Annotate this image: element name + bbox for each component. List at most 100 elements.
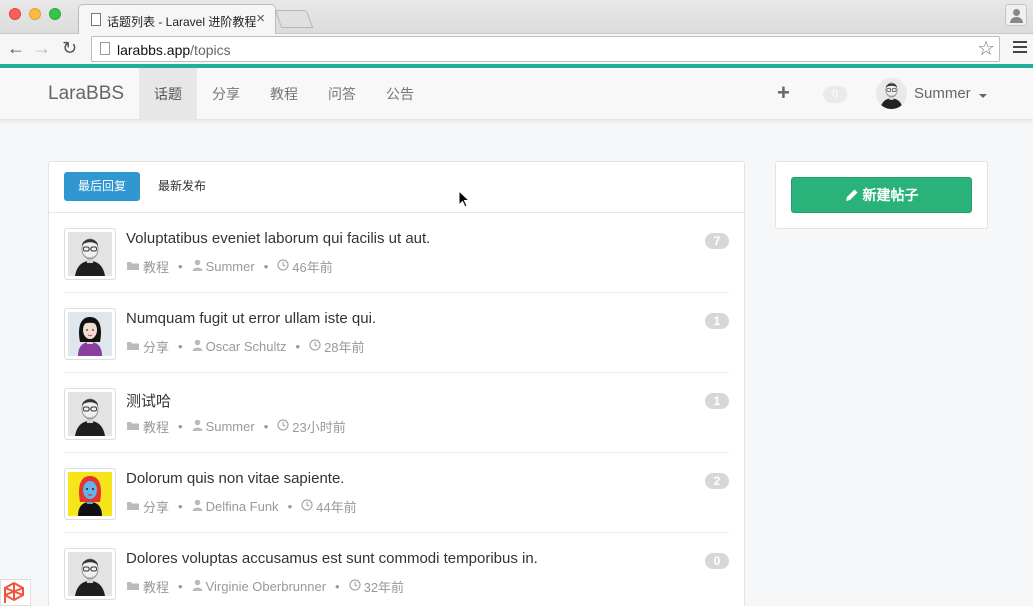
folder-icon <box>126 339 143 354</box>
meta-separator: • <box>263 419 269 434</box>
clock-icon <box>348 579 364 594</box>
topic-title[interactable]: 测试哈 <box>126 390 171 411</box>
browser-tab[interactable]: 话题列表 - Laravel 进阶教程 × <box>78 4 276 35</box>
nav-item-announce[interactable]: 公告 <box>371 68 429 120</box>
topic-time: 28年前 <box>324 340 365 355</box>
topic-time: 44年前 <box>316 500 357 515</box>
bookmark-star-icon[interactable]: ☆ <box>977 38 995 60</box>
topic-title[interactable]: Dolores voluptas accusamus est sunt comm… <box>126 550 538 567</box>
user-avatar[interactable] <box>876 78 907 109</box>
topic-time: 46年前 <box>292 260 333 275</box>
meta-separator: • <box>178 419 183 434</box>
user-icon <box>192 499 206 514</box>
window-zoom-button[interactable] <box>49 8 61 20</box>
reply-count-badge[interactable]: 0 <box>705 553 729 569</box>
meta-separator: • <box>287 499 293 514</box>
topic-meta: 分享 • Oscar Schultz • 28年前 <box>126 337 365 356</box>
user-icon <box>192 579 206 594</box>
site-navbar: LaraBBS 话题 分享 教程 问答 公告 + 0 Summer <box>0 68 1033 120</box>
topic-author[interactable]: Summer <box>206 419 255 434</box>
reply-count-badge[interactable]: 7 <box>705 233 729 249</box>
topic-author[interactable]: Summer <box>206 259 255 274</box>
reply-count-badge[interactable]: 1 <box>705 393 729 409</box>
new-topic-button[interactable]: 新建帖子 <box>791 177 972 213</box>
topic-category[interactable]: 教程 <box>143 417 169 436</box>
topic-row: 测试哈 教程 • Summer • 23小时前 1 <box>64 373 729 453</box>
browser-menu-icon[interactable] <box>1013 41 1027 55</box>
meta-separator: • <box>178 259 183 274</box>
browser-toolbar: ← → ↻ larabbs.app/topics ☆ <box>0 34 1033 64</box>
topic-title[interactable]: Numquam fugit ut error ullam iste qui. <box>126 310 376 327</box>
brand-logo[interactable]: LaraBBS <box>48 83 124 105</box>
tab-close-icon[interactable]: × <box>256 11 265 26</box>
folder-icon <box>126 259 143 274</box>
topic-meta: 教程 • Summer • 46年前 <box>126 257 333 276</box>
reload-icon[interactable]: ↻ <box>62 38 77 58</box>
meta-separator: • <box>295 339 301 354</box>
meta-separator: • <box>178 499 183 514</box>
topic-meta: 分享 • Delfina Funk • 44年前 <box>126 497 357 516</box>
window-minimize-button[interactable] <box>29 8 41 20</box>
topic-title[interactable]: Voluptatibus eveniet laborum qui facilis… <box>126 230 430 247</box>
folder-icon <box>126 419 143 434</box>
url-path: /topics <box>190 42 231 58</box>
topic-category[interactable]: 教程 <box>143 257 169 276</box>
notification-badge[interactable]: 0 <box>823 86 847 103</box>
tab-title: 话题列表 - Laravel 进阶教程 <box>107 15 257 29</box>
topic-category[interactable]: 分享 <box>143 337 169 356</box>
clock-icon <box>277 259 292 274</box>
reply-count-badge[interactable]: 2 <box>705 473 729 489</box>
browser-profile-icon[interactable] <box>1005 4 1027 26</box>
tab-newest[interactable]: 最新发布 <box>144 172 220 201</box>
topic-row: Voluptatibus eveniet laborum qui facilis… <box>64 213 729 293</box>
tab-last-reply[interactable]: 最后回复 <box>64 172 141 201</box>
topic-category[interactable]: 分享 <box>143 497 169 516</box>
topic-list-panel: 最后回复 最新发布 Voluptatibus eveniet laborum q… <box>48 161 745 606</box>
user-menu[interactable]: Summer <box>914 85 971 102</box>
topic-author[interactable]: Virginie Oberbrunner <box>206 579 326 594</box>
page-icon <box>91 13 101 26</box>
reply-count-badge[interactable]: 1 <box>705 313 729 329</box>
topic-time: 32年前 <box>363 580 405 595</box>
window-close-button[interactable] <box>9 8 21 20</box>
nav-item-share[interactable]: 分享 <box>197 68 255 120</box>
new-tab-button[interactable] <box>274 10 314 28</box>
author-avatar[interactable] <box>64 548 116 600</box>
author-avatar[interactable] <box>64 468 116 520</box>
chevron-down-icon[interactable] <box>979 94 987 98</box>
browser-titlebar: 话题列表 - Laravel 进阶教程 × <box>0 0 1033 35</box>
clock-icon <box>277 419 292 434</box>
topic-row: Dolores voluptas accusamus est sunt comm… <box>64 533 729 606</box>
forward-arrow-icon[interactable]: → <box>33 38 51 58</box>
folder-icon <box>126 579 143 594</box>
address-bar[interactable]: larabbs.app/topics ☆ <box>91 36 1000 62</box>
create-plus-icon[interactable]: + <box>777 82 790 104</box>
url-text: larabbs.app/topics <box>117 42 231 58</box>
user-icon <box>192 419 206 434</box>
page-icon <box>100 42 110 55</box>
site-viewport: LaraBBS 话题 分享 教程 问答 公告 + 0 Summer 最后回复 最… <box>0 64 1033 606</box>
laravel-logo <box>0 579 31 606</box>
meta-separator: • <box>335 579 340 594</box>
user-icon <box>192 339 206 354</box>
topic-author[interactable]: Delfina Funk <box>206 499 279 514</box>
meta-separator: • <box>178 339 183 354</box>
clock-icon <box>301 499 316 514</box>
topic-row: Dolorum quis non vitae sapiente. 分享 • Delfi… <box>64 453 729 533</box>
topic-title[interactable]: Dolorum quis non vitae sapiente. <box>126 470 344 487</box>
topic-category[interactable]: 教程 <box>143 577 169 596</box>
topic-meta: 教程 • Virginie Oberbrunner • 32年前 <box>126 577 404 596</box>
nav-item-tutorial[interactable]: 教程 <box>255 68 313 120</box>
back-arrow-icon[interactable]: ← <box>7 38 25 58</box>
author-avatar[interactable] <box>64 308 116 360</box>
author-avatar[interactable] <box>64 228 116 280</box>
nav-item-topics[interactable]: 话题 <box>139 68 197 120</box>
meta-separator: • <box>263 259 269 274</box>
url-host: larabbs.app <box>117 42 191 58</box>
topic-author[interactable]: Oscar Schultz <box>206 339 287 354</box>
nav-item-qa[interactable]: 问答 <box>313 68 371 120</box>
topic-meta: 教程 • Summer • 23小时前 <box>126 417 346 436</box>
mouse-cursor-icon <box>458 190 470 208</box>
author-avatar[interactable] <box>64 388 116 440</box>
new-topic-label: 新建帖子 <box>862 187 919 203</box>
